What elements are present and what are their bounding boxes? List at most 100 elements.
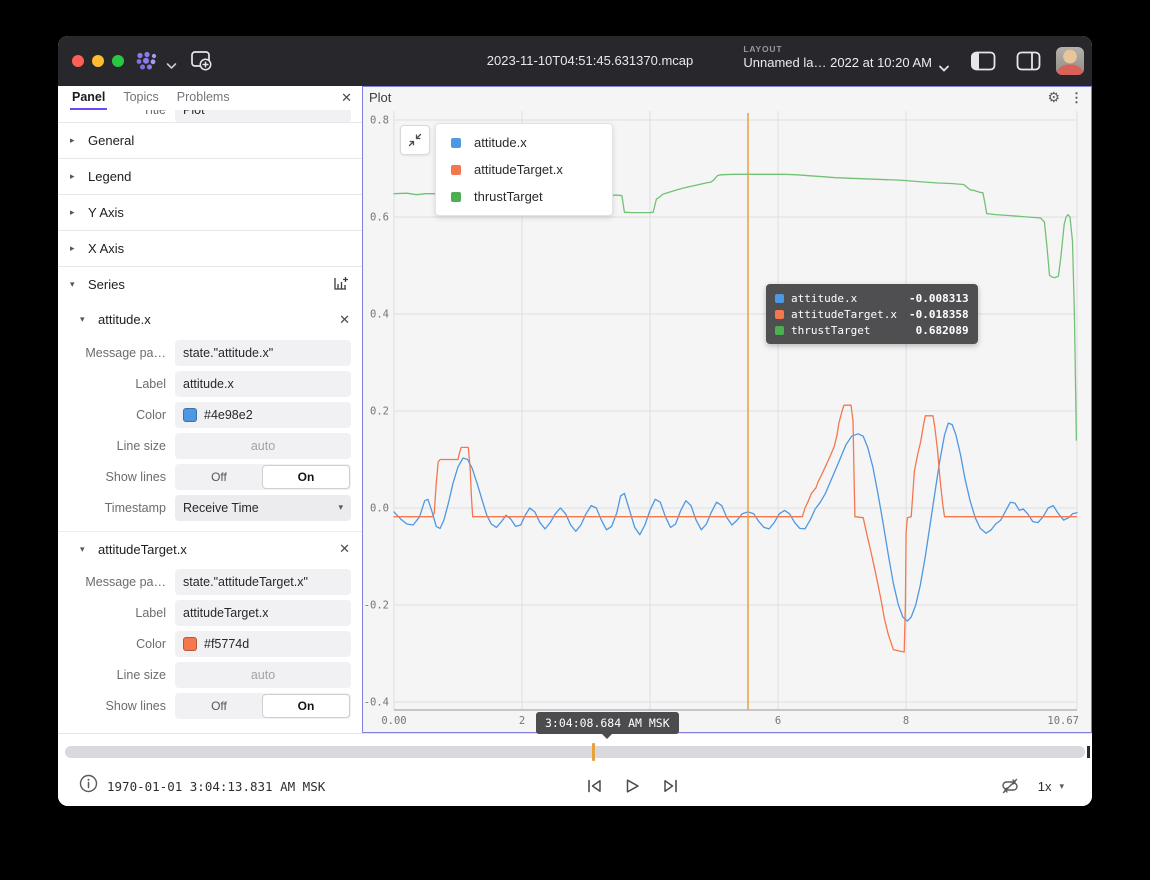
caret-right-icon: ▸ — [70, 171, 84, 182]
title-field-row-clipped: Title Plot — [58, 110, 362, 122]
plot-panel[interactable]: Plot ⚙ ⋮ 0.80.60.40.20.0-0.2-0.40.002468… — [362, 86, 1092, 733]
color-swatch[interactable] — [183, 637, 197, 651]
seek-forward-button[interactable] — [662, 778, 679, 794]
layout-menu[interactable]: LAYOUT Unnamed la… 2022 at 10:20 AM — [743, 44, 932, 70]
foxglove-logo-icon[interactable] — [134, 51, 160, 76]
caret-right-icon: ▸ — [70, 243, 84, 254]
scrubber-playhead[interactable] — [592, 743, 595, 761]
tooltip-value: -0.008313 — [909, 292, 969, 305]
panel-menu-kebab-icon[interactable]: ⋮ — [1070, 91, 1083, 104]
legend-item-thrust-target[interactable]: thrustTarget — [436, 183, 612, 210]
line-size-label: Line size — [58, 439, 175, 453]
plot-panel-header[interactable]: Plot ⚙ ⋮ — [363, 87, 1091, 107]
series-color-swatch — [775, 326, 784, 335]
field-row: Color #f5774d — [58, 628, 362, 659]
label-input[interactable]: attitude.x — [175, 371, 351, 397]
tab-topics[interactable]: Topics — [121, 90, 160, 110]
add-series-icon[interactable] — [333, 276, 349, 297]
section-x-axis[interactable]: ▸ X Axis — [58, 230, 362, 266]
layout-chevron-icon[interactable] — [938, 60, 950, 78]
play-button[interactable] — [625, 778, 640, 794]
title-field-label: Title — [58, 110, 175, 117]
panel-settings-gear-icon[interactable]: ⚙ — [1047, 90, 1060, 104]
caret-right-icon: ▸ — [70, 135, 84, 146]
legend-collapse-button[interactable] — [400, 125, 430, 155]
scrubber-end-marker — [1087, 746, 1090, 758]
label-field-label: Label — [58, 377, 175, 391]
line-size-input[interactable]: auto — [175, 662, 351, 688]
remove-series-icon[interactable]: ✕ — [339, 541, 350, 557]
legend-item-attitude-x[interactable]: attitude.x — [436, 129, 612, 156]
timestamp-select[interactable]: Receive Time ▾ — [175, 495, 351, 521]
message-path-label: Message pa… — [58, 575, 175, 589]
field-row: Show lines Off On — [58, 461, 362, 492]
label-input[interactable]: attitudeTarget.x — [175, 600, 351, 626]
color-input[interactable]: #f5774d — [175, 631, 351, 657]
right-sidebar-toggle-icon[interactable] — [1016, 51, 1041, 76]
line-size-input[interactable]: auto — [175, 433, 351, 459]
settings-sidebar: Panel Topics Problems ✕ Title Plot ▸ Gen… — [58, 86, 362, 733]
message-path-input[interactable]: state."attitudeTarget.x" — [175, 569, 351, 595]
tooltip-row: attitude.x -0.008313 — [775, 290, 969, 306]
series-header-attitude-target-x[interactable]: ▾ attitudeTarget.x ✕ — [58, 531, 362, 566]
window-close-button[interactable] — [72, 55, 84, 67]
current-timestamp: 1970-01-01 3:04:13.831 AM MSK — [107, 779, 325, 794]
legend-item-attitude-target-x[interactable]: attitudeTarget.x — [436, 156, 612, 183]
svg-text:-0.2: -0.2 — [364, 600, 389, 612]
playback-bar: 3:04:08.684 AM MSK 1970-01-01 3:04:13.83… — [58, 733, 1092, 806]
caret-right-icon: ▸ — [70, 207, 84, 218]
color-swatch[interactable] — [183, 408, 197, 422]
app-window: 2023-11-10T04:51:45.631370.mcap LAYOUT U… — [58, 36, 1092, 806]
series-color-swatch — [451, 192, 461, 202]
svg-text:0.2: 0.2 — [370, 406, 389, 418]
section-y-axis[interactable]: ▸ Y Axis — [58, 194, 362, 230]
chevron-down-icon: ▾ — [338, 502, 343, 513]
add-panel-icon[interactable] — [190, 50, 213, 77]
remove-series-icon[interactable]: ✕ — [339, 312, 350, 328]
scrubber-hover-time-tooltip: 3:04:08.684 AM MSK — [536, 712, 679, 734]
section-legend[interactable]: ▸ Legend — [58, 158, 362, 194]
show-lines-off-button[interactable]: Off — [176, 465, 262, 489]
show-lines-on-button[interactable]: On — [262, 694, 350, 718]
series-color-swatch — [451, 165, 461, 175]
field-row: Show lines Off On — [58, 690, 362, 721]
show-lines-toggle: Off On — [175, 464, 351, 490]
message-path-input[interactable]: state."attitude.x" — [175, 340, 351, 366]
show-lines-off-button[interactable]: Off — [176, 694, 262, 718]
chevron-down-icon: ▾ — [1059, 781, 1064, 792]
sidebar-close-icon[interactable]: ✕ — [341, 90, 352, 106]
svg-text:-0.4: -0.4 — [364, 697, 389, 709]
show-lines-label: Show lines — [58, 699, 175, 713]
layout-label: LAYOUT — [743, 44, 932, 54]
svg-text:6: 6 — [775, 715, 781, 727]
tab-panel[interactable]: Panel — [70, 90, 107, 110]
tooltip-row: thrustTarget 0.682089 — [775, 322, 969, 338]
plot-legend: attitude.x attitudeTarget.x thrustTarget — [435, 123, 613, 216]
series-header-attitude-x[interactable]: ▾ attitude.x ✕ — [58, 302, 362, 337]
svg-text:8: 8 — [903, 715, 909, 727]
user-avatar[interactable] — [1056, 47, 1084, 75]
caret-down-icon: ▾ — [80, 544, 94, 555]
data-source-title: 2023-11-10T04:51:45.631370.mcap — [487, 53, 693, 68]
color-field-label: Color — [58, 637, 175, 651]
field-row: Label attitude.x — [58, 368, 362, 399]
timeline-scrubber[interactable] — [65, 746, 1085, 758]
seek-backward-button[interactable] — [586, 778, 603, 794]
color-input[interactable]: #4e98e2 — [175, 402, 351, 428]
window-zoom-button[interactable] — [112, 55, 124, 67]
recording-info-icon[interactable] — [79, 774, 98, 798]
window-minimize-button[interactable] — [92, 55, 104, 67]
left-sidebar-toggle-icon[interactable] — [971, 51, 996, 76]
loop-off-icon[interactable] — [1000, 777, 1020, 795]
app-menu-chevron-icon[interactable] — [166, 57, 177, 75]
section-general[interactable]: ▸ General — [58, 122, 362, 158]
show-lines-on-button[interactable]: On — [262, 465, 350, 489]
tab-problems[interactable]: Problems — [175, 90, 232, 110]
tooltip-value: -0.018358 — [909, 308, 969, 321]
section-series[interactable]: ▾ Series — [58, 266, 362, 302]
playback-speed-select[interactable]: 1x ▾ — [1038, 779, 1064, 794]
title-field-input[interactable]: Plot — [175, 110, 351, 122]
sidebar-scroll-area[interactable]: Title Plot ▸ General ▸ Legend ▸ Y Axis — [58, 110, 362, 733]
chart-hover-tooltip: attitude.x -0.008313 attitudeTarget.x -0… — [766, 284, 978, 344]
timestamp-label: Timestamp — [58, 501, 175, 515]
